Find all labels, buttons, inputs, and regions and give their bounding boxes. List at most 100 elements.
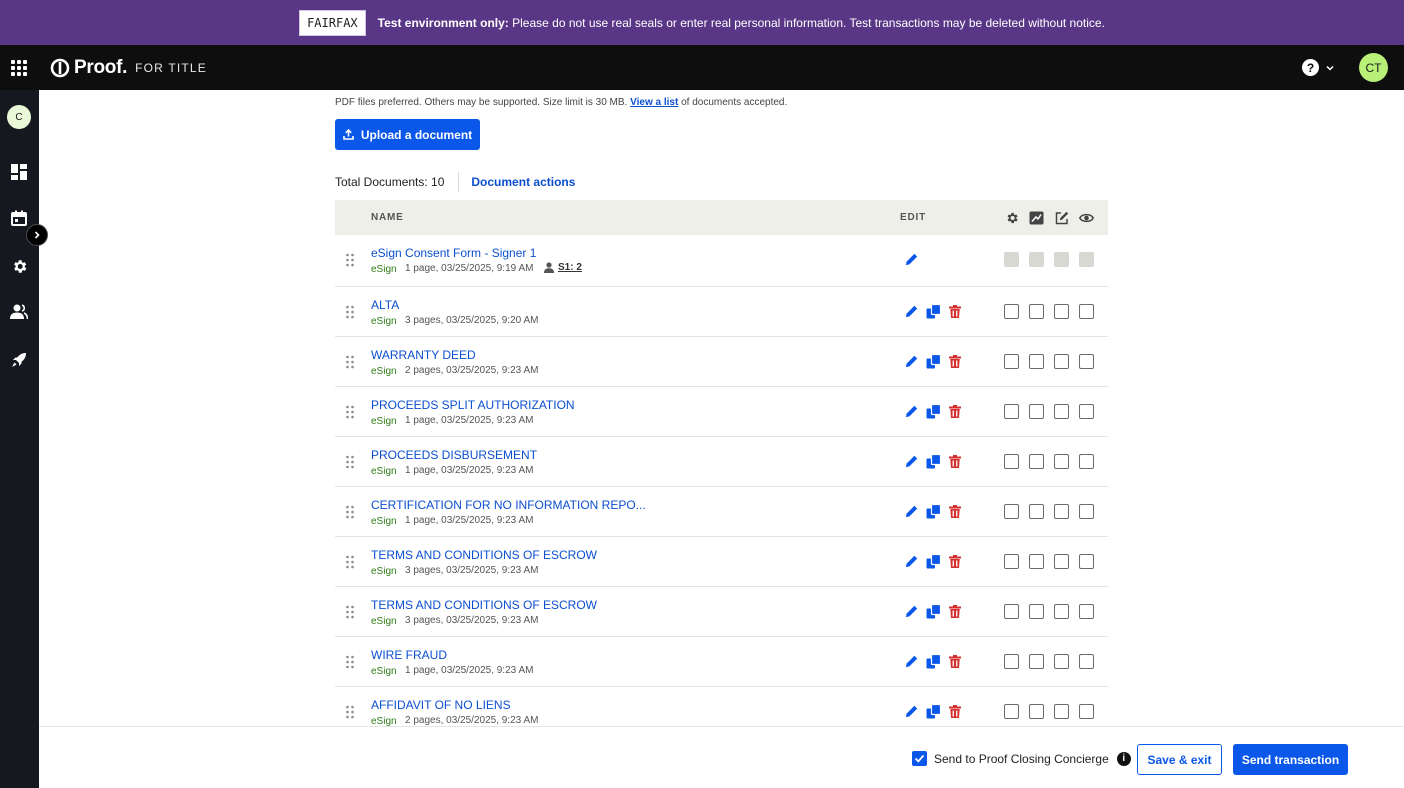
settings-checkbox[interactable] (1004, 704, 1019, 719)
preview-checkbox[interactable] (1079, 304, 1094, 319)
stamp-checkbox[interactable] (1029, 304, 1044, 319)
delete-document-button[interactable] (947, 303, 963, 319)
edit-document-button[interactable] (903, 603, 919, 619)
stamp-checkbox[interactable] (1029, 504, 1044, 519)
settings-checkbox[interactable] (1004, 554, 1019, 569)
sign-checkbox[interactable] (1054, 304, 1069, 319)
stamp-checkbox[interactable] (1029, 404, 1044, 419)
organization-avatar[interactable]: C (7, 105, 31, 129)
sidebar-expand-button[interactable] (26, 224, 48, 246)
app-grid-button[interactable] (0, 45, 38, 90)
duplicate-document-button[interactable] (925, 703, 941, 719)
sign-checkbox[interactable] (1054, 704, 1069, 719)
send-transaction-button[interactable]: Send transaction (1233, 744, 1348, 775)
preview-checkbox[interactable] (1079, 604, 1094, 619)
duplicate-document-button[interactable] (925, 403, 941, 419)
edit-document-button[interactable] (903, 553, 919, 569)
document-actions-button[interactable]: Document actions (471, 175, 575, 189)
sidebar-item-launch[interactable] (9, 350, 29, 370)
settings-checkbox[interactable] (1004, 604, 1019, 619)
delete-document-button[interactable] (947, 353, 963, 369)
duplicate-document-button[interactable] (925, 603, 941, 619)
edit-document-button[interactable] (903, 653, 919, 669)
drag-handle[interactable] (345, 705, 355, 719)
signer-tag[interactable]: S1: 2 (544, 262, 582, 273)
drag-handle[interactable] (345, 605, 355, 619)
sign-checkbox[interactable] (1054, 554, 1069, 569)
duplicate-document-button[interactable] (925, 353, 941, 369)
delete-document-button[interactable] (947, 553, 963, 569)
sidebar-item-settings[interactable] (9, 256, 29, 276)
stamp-checkbox[interactable] (1029, 554, 1044, 569)
save-exit-button[interactable]: Save & exit (1137, 744, 1222, 775)
edit-document-button[interactable] (903, 503, 919, 519)
sidebar-item-users[interactable] (9, 302, 29, 322)
document-name-link[interactable]: WARRANTY DEED (371, 348, 476, 362)
delete-document-button[interactable] (947, 653, 963, 669)
settings-checkbox[interactable] (1004, 404, 1019, 419)
edit-document-button[interactable] (903, 703, 919, 719)
document-name-link[interactable]: WIRE FRAUD (371, 648, 447, 662)
document-name-link[interactable]: PROCEEDS DISBURSEMENT (371, 448, 537, 462)
sign-checkbox[interactable] (1054, 454, 1069, 469)
user-avatar[interactable]: CT (1359, 53, 1388, 82)
concierge-checkbox[interactable] (912, 751, 927, 766)
document-name-link[interactable]: TERMS AND CONDITIONS OF ESCROW (371, 548, 597, 562)
preview-checkbox[interactable] (1079, 354, 1094, 369)
proof-logo[interactable]: Proof. FOR TITLE (50, 57, 207, 79)
sidebar-item-dashboard[interactable] (9, 162, 29, 182)
preview-checkbox[interactable] (1079, 504, 1094, 519)
sidebar-item-calendar[interactable] (9, 208, 29, 228)
view-accepted-list-link[interactable]: View a list (630, 97, 678, 108)
drag-handle[interactable] (345, 655, 355, 669)
stamp-checkbox[interactable] (1029, 604, 1044, 619)
settings-checkbox[interactable] (1004, 454, 1019, 469)
duplicate-document-button[interactable] (925, 453, 941, 469)
preview-checkbox[interactable] (1079, 554, 1094, 569)
drag-handle[interactable] (345, 355, 355, 369)
duplicate-document-button[interactable] (925, 303, 941, 319)
help-menu-button[interactable]: ? (1302, 59, 1335, 76)
document-name-link[interactable]: ALTA (371, 298, 399, 312)
document-name-link[interactable]: AFFIDAVIT OF NO LIENS (371, 698, 511, 712)
settings-checkbox[interactable] (1004, 354, 1019, 369)
edit-document-button[interactable] (903, 353, 919, 369)
preview-checkbox[interactable] (1079, 654, 1094, 669)
document-name-link[interactable]: eSign Consent Form - Signer 1 (371, 246, 536, 260)
preview-checkbox[interactable] (1079, 454, 1094, 469)
settings-checkbox[interactable] (1004, 504, 1019, 519)
drag-handle[interactable] (345, 455, 355, 469)
duplicate-document-button[interactable] (925, 553, 941, 569)
drag-handle[interactable] (345, 555, 355, 569)
delete-document-button[interactable] (947, 603, 963, 619)
drag-handle[interactable] (345, 505, 355, 519)
upload-document-button[interactable]: Upload a document (335, 119, 480, 150)
sign-checkbox[interactable] (1054, 654, 1069, 669)
delete-document-button[interactable] (947, 403, 963, 419)
edit-document-button[interactable] (903, 303, 919, 319)
stamp-checkbox[interactable] (1029, 654, 1044, 669)
document-name-link[interactable]: PROCEEDS SPLIT AUTHORIZATION (371, 398, 575, 412)
duplicate-document-button[interactable] (925, 503, 941, 519)
document-name-link[interactable]: CERTIFICATION FOR NO INFORMATION REPO... (371, 498, 646, 512)
info-icon[interactable]: i (1116, 751, 1131, 766)
settings-checkbox[interactable] (1004, 654, 1019, 669)
duplicate-document-button[interactable] (925, 653, 941, 669)
edit-document-button[interactable] (903, 453, 919, 469)
settings-checkbox[interactable] (1004, 304, 1019, 319)
sign-checkbox[interactable] (1054, 504, 1069, 519)
stamp-checkbox[interactable] (1029, 354, 1044, 369)
delete-document-button[interactable] (947, 503, 963, 519)
edit-document-button[interactable] (903, 251, 919, 267)
drag-handle[interactable] (345, 253, 355, 267)
drag-handle[interactable] (345, 305, 355, 319)
sign-checkbox[interactable] (1054, 404, 1069, 419)
preview-checkbox[interactable] (1079, 404, 1094, 419)
drag-handle[interactable] (345, 405, 355, 419)
delete-document-button[interactable] (947, 703, 963, 719)
stamp-checkbox[interactable] (1029, 704, 1044, 719)
sign-checkbox[interactable] (1054, 604, 1069, 619)
stamp-checkbox[interactable] (1029, 454, 1044, 469)
edit-document-button[interactable] (903, 403, 919, 419)
preview-checkbox[interactable] (1079, 704, 1094, 719)
